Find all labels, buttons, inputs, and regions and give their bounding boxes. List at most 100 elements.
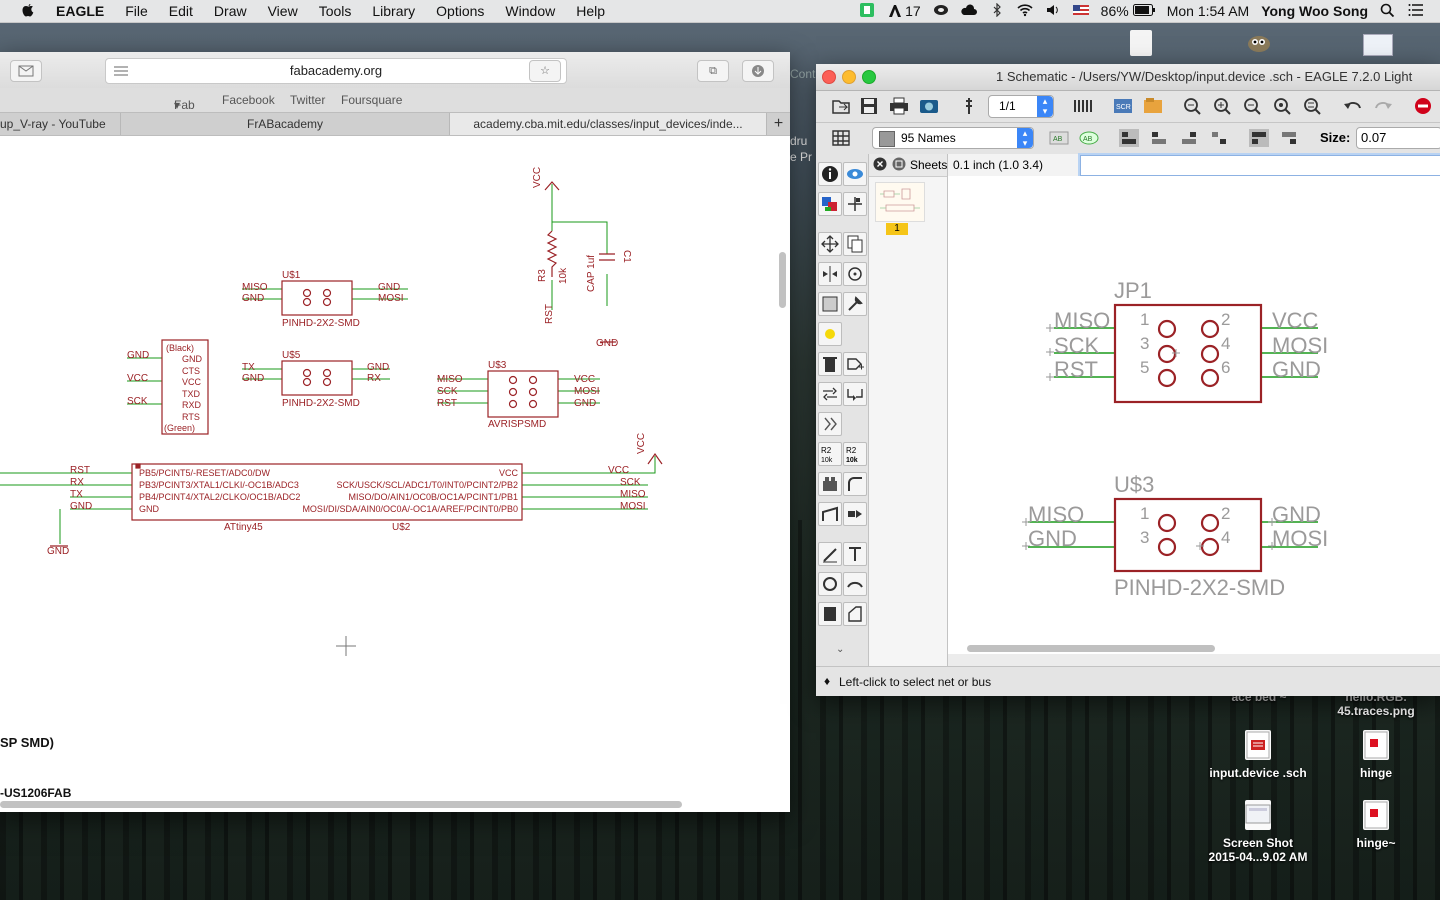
sheet-number-badge[interactable]: 1 [886,223,908,235]
menu-app-eagle[interactable]: EAGLE [56,3,104,19]
spotlight-icon[interactable] [1380,3,1396,20]
evernote-icon[interactable] [859,2,875,20]
menu-window[interactable]: Window [505,3,555,19]
align-top-left-icon[interactable] [1118,128,1140,148]
battery-icon[interactable] [1132,3,1155,19]
menu-tools[interactable]: Tools [319,3,352,19]
notification-count[interactable]: 17 [887,3,921,19]
align-top-right-icon[interactable] [1178,128,1200,148]
zoom-fit-icon[interactable] [1182,96,1204,116]
new-tab-button[interactable]: + [767,113,790,135]
tab-input-devices[interactable]: academy.cba.mit.edu/classes/input_device… [450,113,767,135]
volume-icon[interactable] [1045,3,1061,20]
zoom-out-icon[interactable] [1242,96,1264,116]
apple-icon[interactable] [20,3,36,19]
wifi-icon[interactable] [1017,3,1033,20]
paste-icon[interactable] [818,322,842,346]
zoom-redraw-icon[interactable] [1272,96,1294,116]
tabs-overview-button[interactable]: ⧉ [697,60,729,82]
favorites-facebook[interactable]: Facebook [222,93,275,107]
menu-file[interactable]: File [125,3,148,19]
horizontal-scrollbar[interactable] [0,801,682,808]
tab-youtube[interactable]: up_V-ray - YouTube [0,113,121,135]
zoom-in-icon[interactable] [1212,96,1234,116]
align-top-center-icon[interactable] [1148,128,1170,148]
menu-edit[interactable]: Edit [169,3,193,19]
copy-icon[interactable] [843,232,867,256]
change-icon[interactable] [843,292,867,316]
mark-icon[interactable] [843,192,867,216]
print-icon[interactable] [888,96,910,116]
undo-icon[interactable] [1342,96,1364,116]
desktop-icon-hinge-backup[interactable]: hinge~ [1330,800,1422,850]
text-icon[interactable] [843,542,867,566]
size-input[interactable]: 0.07 [1356,127,1440,149]
chevron-down-icon[interactable]: ⌄ [836,644,844,655]
stop-icon[interactable] [1412,96,1434,116]
group-icon[interactable] [818,292,842,316]
mirror-icon[interactable] [818,262,842,286]
battery-percent[interactable]: 86% [1101,3,1129,19]
minimize-button[interactable] [842,70,856,84]
smash-icon[interactable] [818,472,842,496]
value-icon[interactable]: R2 10k [843,442,867,466]
desktop-file-icon[interactable] [1130,30,1152,56]
vertical-scrollbar[interactable] [779,252,786,308]
reader-icon[interactable] [114,66,128,76]
display-layers-icon[interactable] [818,192,842,216]
menu-draw[interactable]: Draw [214,3,247,19]
sync-icon[interactable] [933,3,949,20]
grid-icon[interactable] [830,128,852,148]
name-icon[interactable]: R2 10k [818,442,842,466]
canvas-horizontal-scrollbar[interactable] [967,645,1215,652]
delete-icon[interactable] [818,352,842,376]
text-ratio-icon[interactable]: AB [1048,128,1070,148]
pinswap-icon[interactable] [818,382,842,406]
circle-icon[interactable] [818,572,842,596]
tab-frabacademy[interactable]: FrABacademy [121,113,450,135]
menu-help[interactable]: Help [576,3,605,19]
rotate-icon[interactable] [843,262,867,286]
arc-icon[interactable] [843,572,867,596]
menu-options[interactable]: Options [436,3,484,19]
align-center-icon[interactable] [1208,128,1230,148]
zoom-select-icon[interactable] [1302,96,1324,116]
info-icon[interactable] [818,162,842,186]
cloud-icon[interactable] [961,3,977,20]
sheet-thumbnail[interactable] [875,182,925,222]
text-font-icon[interactable]: AB [1078,128,1100,148]
detach-panel-icon[interactable] [892,157,906,171]
save-icon[interactable] [858,96,880,116]
wire-icon[interactable] [818,542,842,566]
polygon-icon[interactable] [843,602,867,626]
bookmark-button[interactable]: ☆ [529,60,561,82]
bluetooth-icon[interactable] [989,2,1005,20]
flag-icon[interactable] [1072,3,1089,20]
schematic-drawing[interactable]: JP1 MISO SCK RST VCC MOSI GND U$3 MISO G… [948,176,1440,654]
rect-icon[interactable] [818,602,842,626]
align-bottom-right-icon[interactable] [1278,128,1300,148]
command-line-input[interactable] [1080,155,1440,176]
add-icon[interactable] [843,352,867,376]
screenshot-thumb-icon[interactable] [1363,34,1393,56]
menu-library[interactable]: Library [372,3,415,19]
layer-selector[interactable]: 95 Names ▴ ▾ [872,127,1034,149]
menu-view[interactable]: View [268,3,298,19]
split-icon[interactable] [818,502,842,526]
close-panel-icon[interactable] [873,157,887,171]
invoke-icon[interactable] [843,502,867,526]
zoom-button[interactable] [862,70,876,84]
move-icon[interactable] [818,232,842,256]
schematic-icon[interactable]: SCR [1112,96,1134,116]
gimp-icon[interactable] [1244,30,1274,54]
share-button[interactable] [10,60,42,82]
favorites-foursquare[interactable]: Foursquare [341,93,402,107]
miter-icon[interactable] [843,472,867,496]
desktop-icon-screen-shot[interactable]: Screen Shot 2015-04...9.02 AM [1196,800,1320,864]
notification-center-icon[interactable] [1408,3,1424,20]
redo-icon[interactable] [1372,96,1394,116]
board-icon[interactable] [1072,96,1094,116]
gateswap-icon[interactable] [843,382,867,406]
user-name[interactable]: Yong Woo Song [1261,3,1368,19]
show-icon[interactable] [843,162,867,186]
